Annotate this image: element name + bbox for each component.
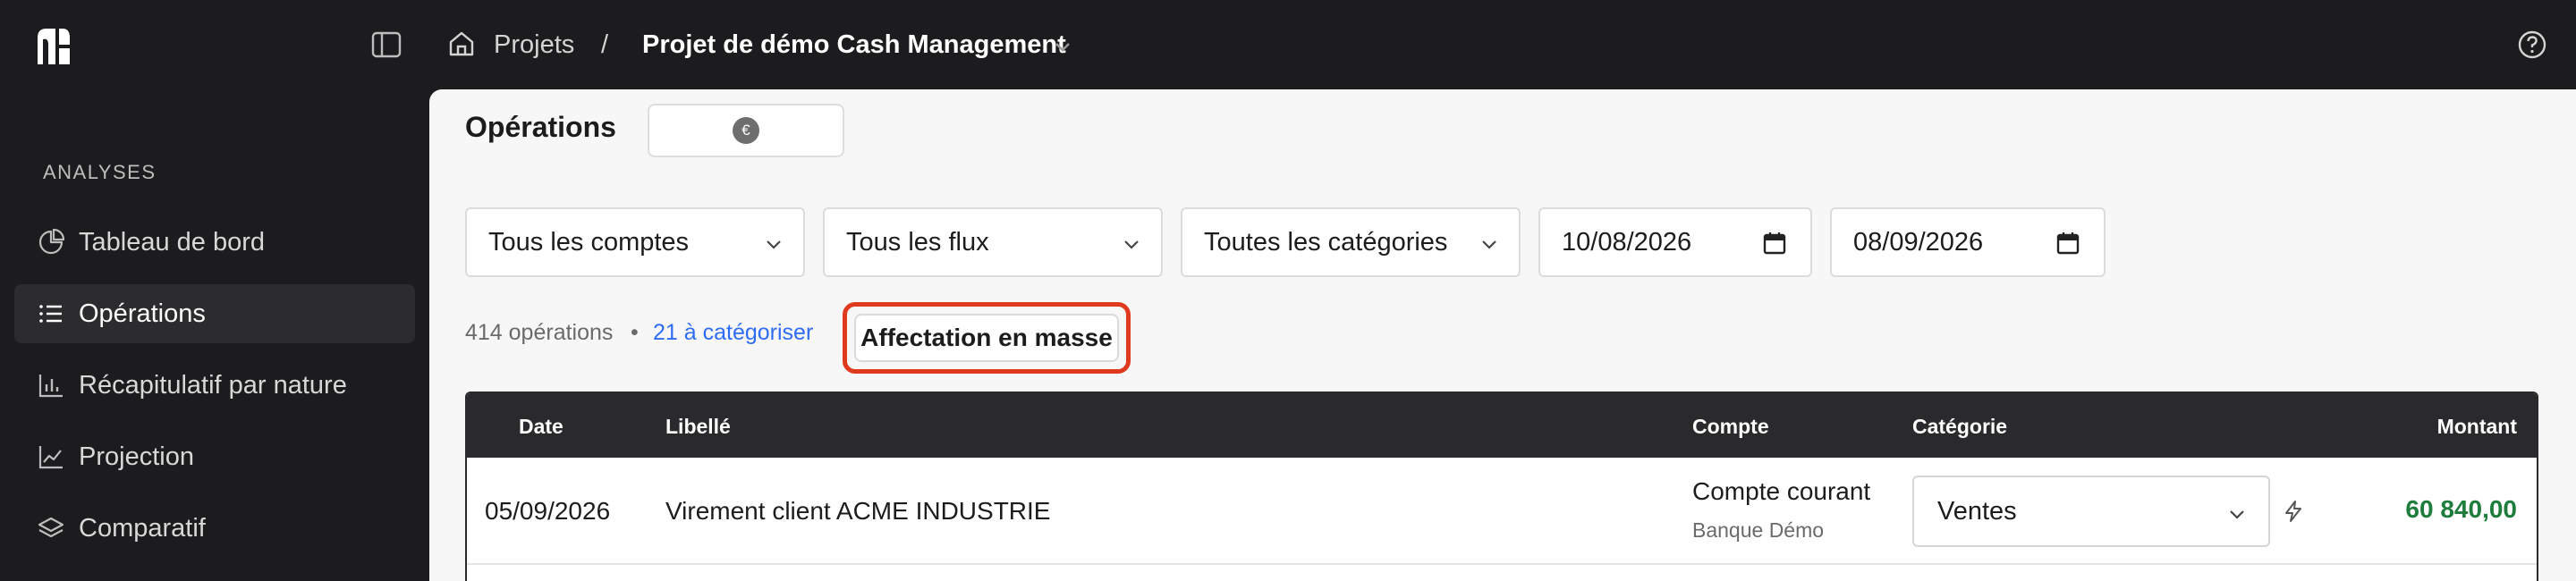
sidebar-item-label: Récapitulatif par nature [79, 370, 347, 400]
home-icon[interactable] [445, 28, 478, 60]
mass-assign-button[interactable]: Affectation en masse [854, 314, 1119, 362]
breadcrumb-projects-link[interactable]: Projets [494, 27, 574, 63]
sidebar-toggle-icon[interactable] [369, 30, 404, 59]
column-header-account[interactable]: Compte [1692, 415, 1769, 439]
calendar-icon[interactable] [2055, 231, 2080, 256]
mass-assign-highlight: Affectation en masse [843, 302, 1131, 374]
row-account: Compte courant [1692, 477, 1871, 505]
currency-selector[interactable]: € [648, 104, 844, 157]
date-to-input[interactable]: 08/09/2026 [1830, 207, 2106, 277]
accounts-filter-select[interactable]: Tous les comptes [465, 207, 805, 277]
operations-table: Date Libellé Compte Catégorie Montant 05… [465, 392, 2538, 581]
line-chart-icon [38, 446, 63, 469]
sidebar-item-recapitulatif[interactable]: Récapitulatif par nature [14, 356, 415, 415]
row-category-value: Ventes [1937, 496, 2017, 526]
breadcrumb-separator: / [601, 30, 609, 59]
currency-badge: € [733, 117, 759, 144]
flows-filter-select[interactable]: Tous les flux [823, 207, 1163, 277]
date-to-value: 08/09/2026 [1853, 227, 1984, 257]
summary-separator: • [631, 320, 639, 345]
categories-filter-value: Toutes les catégories [1204, 227, 1448, 257]
list-icon [39, 305, 62, 323]
pie-chart-icon [38, 228, 65, 255]
chevron-down-icon [1124, 240, 1139, 249]
sidebar-item-tableau-de-bord[interactable]: Tableau de bord [14, 213, 415, 272]
layers-icon [38, 517, 64, 538]
row-bank: Banque Démo [1692, 518, 1825, 542]
flows-filter-value: Tous les flux [846, 227, 989, 257]
row-label: Virement client ACME INDUSTRIE [665, 497, 1051, 525]
bar-chart-icon [38, 375, 63, 398]
row-category-select[interactable]: Ventes [1912, 476, 2270, 547]
sidebar-item-label: Tableau de bord [79, 227, 265, 257]
date-from-value: 10/08/2026 [1562, 227, 1692, 257]
app-logo[interactable] [34, 25, 75, 66]
sidebar-item-label: Opérations [79, 299, 206, 328]
row-date: 05/09/2026 [485, 497, 611, 525]
mass-assign-label: Affectation en masse [860, 324, 1113, 351]
sidebar-item-projection[interactable]: Projection [14, 427, 415, 486]
sidebar-section-label: ANALYSES [43, 161, 157, 183]
sidebar-item-label: Comparatif [79, 513, 206, 543]
date-from-input[interactable]: 10/08/2026 [1538, 207, 1812, 277]
chevron-down-icon[interactable] [1052, 36, 1073, 57]
column-header-date[interactable]: Date [519, 415, 564, 439]
categories-filter-select[interactable]: Toutes les catégories [1181, 207, 1521, 277]
accounts-filter-value: Tous les comptes [488, 227, 690, 257]
help-icon[interactable] [2515, 28, 2549, 62]
sidebar-item-operations[interactable]: Opérations [14, 284, 415, 343]
sidebar-item-label: Projection [79, 442, 194, 471]
row-amount: 60 840,00 [2405, 495, 2517, 523]
table-header: Date Libellé Compte Catégorie Montant [467, 393, 2537, 458]
top-bar: Projets / Projet de démo Cash Management [0, 0, 2576, 89]
chevron-down-icon [2230, 510, 2244, 519]
chevron-down-icon [1482, 240, 1496, 249]
column-header-amount[interactable]: Montant [2437, 415, 2517, 439]
calendar-icon[interactable] [1762, 231, 1787, 256]
operations-count: 414 opérations [465, 320, 614, 345]
sidebar-item-comparatif[interactable]: Comparatif [14, 499, 415, 558]
to-categorize-link[interactable]: 21 à catégoriser [653, 320, 813, 346]
breadcrumb-current-project[interactable]: Projet de démo Cash Management [642, 27, 1066, 63]
page-title: Opérations [465, 111, 616, 143]
column-header-label[interactable]: Libellé [665, 415, 731, 439]
lightning-icon[interactable] [2281, 499, 2306, 524]
chevron-down-icon [767, 240, 781, 249]
main-content: Opérations € Tous les comptes Tous les f… [429, 89, 2576, 581]
column-header-category[interactable]: Catégorie [1912, 415, 2007, 439]
sidebar: ANALYSES Tableau de bord Opérations Réca… [0, 89, 429, 581]
table-row: 05/09/2026 Virement client ACME INDUSTRI… [467, 458, 2537, 565]
